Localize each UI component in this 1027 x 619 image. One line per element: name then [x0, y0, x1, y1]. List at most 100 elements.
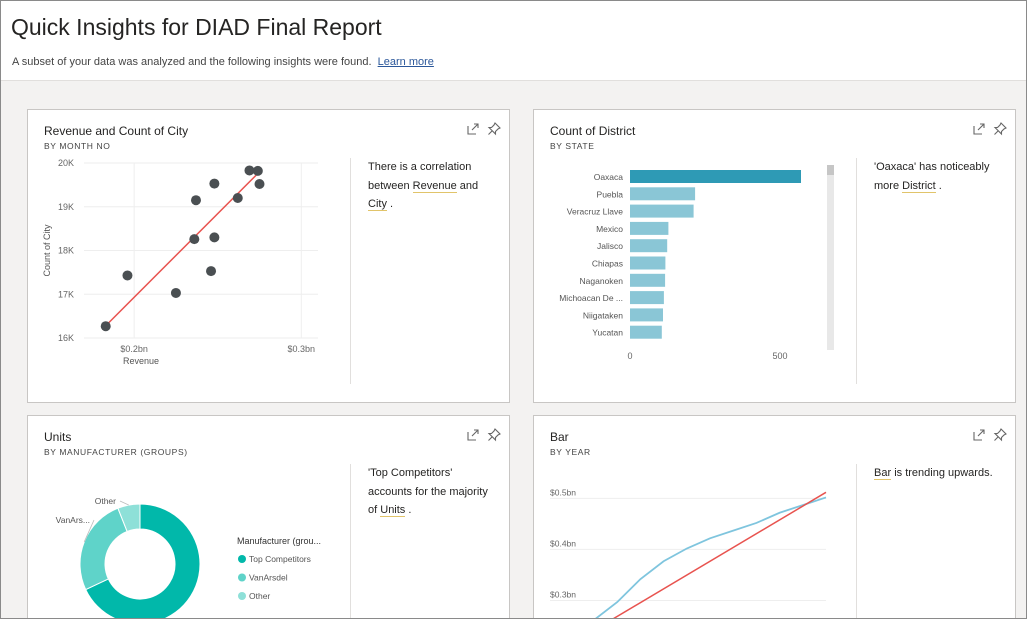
card-title: Units [44, 430, 72, 444]
insight-text: Bar is trending upwards. [874, 464, 999, 483]
legend-item[interactable]: Other [249, 591, 270, 601]
bar[interactable] [630, 273, 666, 287]
expand-icon[interactable] [972, 428, 986, 442]
y-tick-label: 19K [58, 202, 74, 212]
y-tick-label: $0.3bn [550, 589, 576, 599]
legend-item[interactable]: Top Competitors [249, 554, 311, 564]
page-header: Quick Insights for DIAD Final Report A s… [1, 1, 1026, 81]
scatter-chart: 20K 19K 18K 17K 16K $0.2bn $0.3bn Revenue Count… [42, 158, 318, 366]
bar[interactable] [630, 221, 669, 235]
bar-chart: Oaxaca Puebla Veracruz Llave Mexico Jalisco C… [559, 165, 834, 361]
scatter-point[interactable] [232, 193, 243, 203]
bar[interactable] [630, 239, 668, 253]
insight-term-revenue: Revenue [412, 179, 457, 193]
bar[interactable] [630, 256, 666, 270]
y-tick-label: 17K [58, 289, 74, 299]
insight-post: . [408, 504, 412, 516]
insight-term-bar: Bar [874, 467, 892, 480]
learn-more-link[interactable]: Learn more [378, 56, 434, 68]
insight-card-bar[interactable]: Bar BY YEAR $0.5bn $0.4bn $0.3bn Bar is tr… [533, 415, 1016, 618]
category-label: Niigataken [583, 310, 623, 320]
x-axis-label: Revenue [123, 356, 159, 366]
scrollbar-track[interactable] [827, 165, 834, 350]
pin-icon[interactable] [487, 428, 501, 442]
card-divider [350, 158, 351, 384]
line-chart: $0.5bn $0.4bn $0.3bn [550, 487, 827, 618]
scatter-point[interactable] [170, 287, 181, 298]
expand-icon[interactable] [466, 122, 480, 136]
scatter-point[interactable] [254, 179, 265, 189]
scatter-point[interactable] [209, 178, 220, 189]
scatter-point[interactable] [190, 195, 201, 206]
donut-chart: Other VanArs... Manufacturer (grou... Top … [56, 496, 321, 618]
scatter-point[interactable] [100, 321, 111, 332]
insight-post: . [390, 198, 394, 210]
card-divider [856, 158, 857, 384]
slice-leader-line [119, 500, 129, 506]
card-subtitle: BY STATE [550, 141, 595, 151]
insight-mid: and [459, 179, 479, 192]
card-subtitle: BY MANUFACTURER (GROUPS) [44, 447, 188, 457]
bar[interactable] [630, 170, 801, 183]
card-title: Bar [550, 430, 569, 444]
y-tick-label: $0.4bn [550, 538, 576, 548]
category-label: Chiapas [592, 259, 623, 269]
bar[interactable] [630, 291, 664, 305]
category-label: Naganoken [580, 276, 624, 286]
insight-card-units[interactable]: Units BY MANUFACTURER (GROUPS) Other VanA… [27, 415, 510, 618]
bar[interactable] [630, 325, 662, 339]
y-tick-label: 20K [58, 158, 74, 168]
insight-text: 'Oaxaca' has noticeably more District . [874, 158, 999, 195]
scrollbar-thumb[interactable] [827, 165, 834, 175]
bar[interactable] [630, 187, 696, 201]
scatter-point[interactable] [206, 266, 217, 277]
pin-icon[interactable] [487, 122, 501, 136]
card-title: Count of District [550, 124, 636, 138]
pin-icon[interactable] [993, 428, 1007, 442]
quick-insights-pane: Quick Insights for DIAD Final Report A s… [0, 0, 1027, 619]
legend-marker [238, 592, 246, 600]
expand-icon[interactable] [972, 122, 986, 136]
insight-card-district[interactable]: Count of District BY STATE Oaxaca Puebla V… [533, 109, 1016, 403]
category-label: Michoacan De ... [559, 293, 623, 303]
insight-post: is trending upwards. [894, 467, 993, 479]
legend-title: Manufacturer (grou... [237, 536, 321, 546]
bar[interactable] [630, 204, 694, 218]
scatter-point[interactable] [209, 232, 220, 243]
category-label: Mexico [596, 224, 623, 234]
x-tick-label: 500 [772, 351, 787, 361]
page-title: Quick Insights for DIAD Final Report [11, 14, 382, 40]
bar[interactable] [630, 308, 663, 322]
category-label: Oaxaca [594, 172, 624, 182]
page-subtitle: A subset of your data was analyzed and t… [12, 56, 434, 68]
card-divider [350, 464, 351, 618]
insight-text: 'Top Competitors' accounts for the major… [368, 464, 493, 520]
expand-icon[interactable] [466, 428, 480, 442]
insight-card-revenue-city[interactable]: Revenue and Count of City BY MONTH NO 20… [27, 109, 510, 403]
insight-term-district: District [902, 179, 936, 193]
card-subtitle: BY MONTH NO [44, 141, 111, 151]
scatter-point[interactable] [189, 234, 200, 245]
legend-item[interactable]: VanArsdel [249, 573, 288, 583]
slice-label: VanArs... [56, 515, 90, 525]
y-tick-label: $0.5bn [550, 487, 576, 497]
pin-icon[interactable] [993, 122, 1007, 136]
category-label: Puebla [597, 189, 624, 199]
y-tick-label: 18K [58, 246, 74, 256]
scatter-point[interactable] [122, 270, 133, 281]
legend-marker [238, 573, 246, 582]
insight-term-units: Units [380, 504, 406, 517]
scatter-point[interactable] [252, 165, 263, 176]
card-divider [856, 464, 857, 618]
insight-term-city: City [368, 198, 387, 211]
subtitle-text: A subset of your data was analyzed and t… [12, 56, 372, 68]
y-tick-label: 16K [58, 333, 74, 343]
y-axis-label: Count of City [42, 224, 52, 277]
insight-post: . [938, 179, 942, 192]
card-subtitle: BY YEAR [550, 447, 591, 457]
slice-label: Other [95, 496, 116, 506]
x-tick-label: $0.3bn [288, 344, 316, 354]
x-tick-label: 0 [627, 351, 632, 361]
legend-marker [238, 555, 246, 563]
category-label: Yucatan [592, 328, 623, 338]
